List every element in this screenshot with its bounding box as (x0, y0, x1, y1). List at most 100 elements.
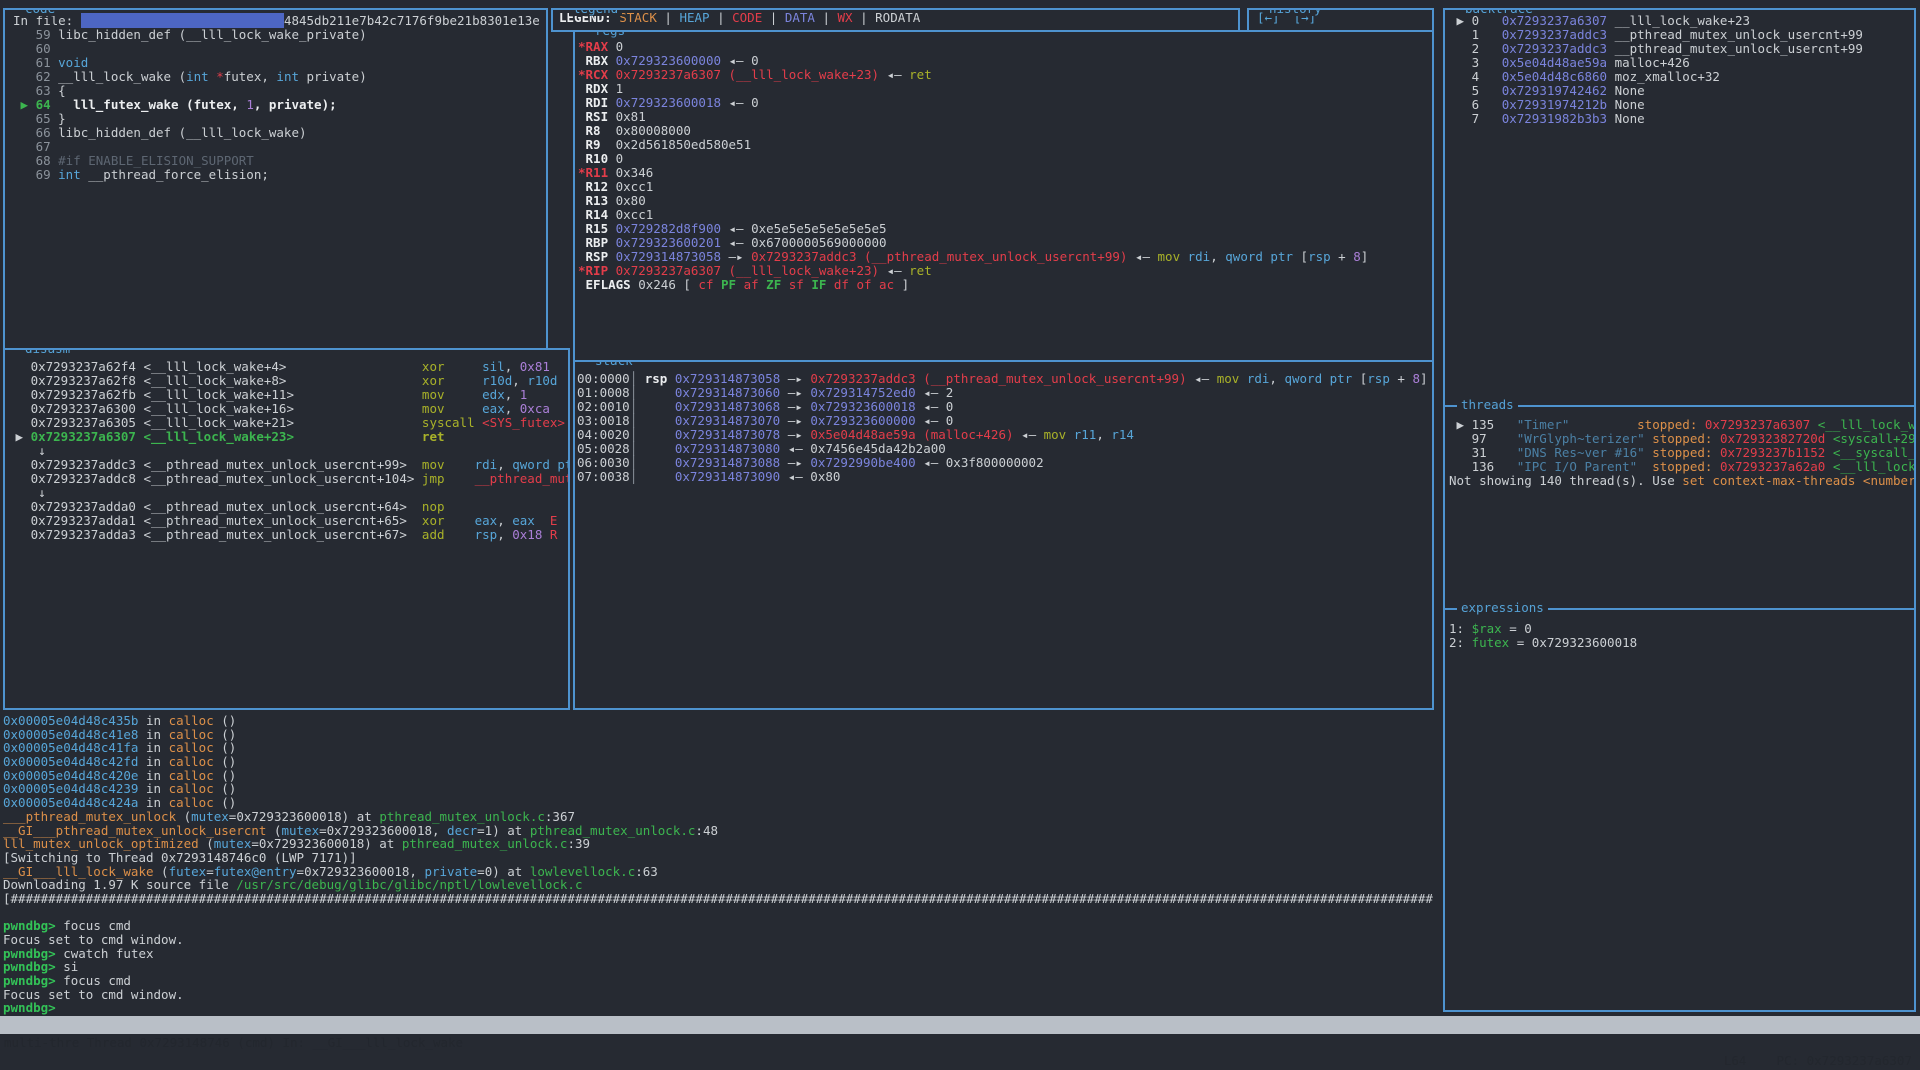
text-segment: __pthread_mutex_unlock_usercnt+99 (1607, 27, 1863, 42)
text-segment: 0 (608, 39, 623, 54)
text-segment (608, 95, 616, 110)
text-segment: 0x7293237adda1 <__pthread_mutex_unlock_u… (8, 513, 422, 528)
terminal-line: 62 __lll_lock_wake (int *futex, int priv… (13, 70, 546, 84)
status-bar-pc-info: L64 PC: 0x7293237a6307 (1724, 1052, 1912, 1070)
text-segment: 8 (1412, 371, 1420, 386)
text-segment: + (1331, 249, 1354, 264)
text-segment: , (1096, 427, 1111, 442)
text-segment: ↓ (8, 485, 46, 500)
terminal-line: EFLAGS 0x246 [ cf PF af ZF sf IF df of a… (578, 278, 1432, 292)
text-segment: private) (299, 69, 367, 84)
text-segment: libc_hidden_def (__lll_lock_wake_private… (58, 27, 367, 42)
terminal-line: 68 #if ENABLE_ELISION_SUPPORT (13, 154, 546, 168)
text-segment: xor (422, 513, 445, 528)
terminal-line: 01:0008│ 0x729314873060 —▸ 0x729314752ed… (577, 386, 1432, 400)
terminal-line: 0x00005e04d48c435b in calloc () (3, 714, 1440, 728)
text-segment: 0x7293237a6307 (1705, 417, 1810, 432)
text-segment: RBX (578, 53, 608, 68)
text-segment: RDI (578, 95, 608, 110)
text-segment: <__syscall_cance (1833, 445, 1916, 460)
terminal-line: LEGEND: STACK | HEAP | CODE | DATA | WX … (559, 11, 1238, 25)
disassembly-panel-title: disasm (21, 348, 74, 356)
text-segment (667, 371, 675, 386)
text-segment: __lll_lock_wake+23 (1607, 13, 1750, 28)
text-segment: *RCX (578, 67, 608, 82)
text-segment: 0x7293237a6307 (__lll_lock_wake+23) (616, 67, 879, 82)
text-segment: 5 (1449, 83, 1502, 98)
text-segment (1239, 371, 1247, 386)
terminal-line: R9 0x2d561850ed580e51 (578, 138, 1432, 152)
history-panel-title: history (1265, 8, 1326, 16)
text-segment: :63 (635, 864, 658, 879)
terminal-line: 0x7293237addc8 <__pthread_mutex_unlock_u… (8, 472, 568, 486)
terminal-line: 65 } (13, 112, 546, 126)
text-segment: "WrGlyph~terizer" (1517, 431, 1645, 446)
text-segment: r14 (1111, 427, 1134, 442)
text-segment: │ (630, 427, 675, 442)
text-segment: R12 (578, 179, 608, 194)
text-segment (1810, 417, 1818, 432)
terminal-line: 60 (13, 42, 546, 56)
terminal-line: 07:0038│ 0x729314873090 ◂— 0x80 (577, 470, 1432, 484)
terminal-line: 04:0020│ 0x729314873078 —▸ 0x5e04d48ae59… (577, 428, 1432, 442)
text-segment: __pthread_mutex (475, 471, 570, 486)
text-segment: ] (1361, 249, 1369, 264)
text-segment: 0x729314873078 (675, 427, 780, 442)
text-segment: 0x7293237a6305 <__lll_lock_wake+21> (8, 415, 422, 430)
text-segment: 0x7293237addc3 (__pthread_mutex_unlock_u… (751, 249, 1127, 264)
text-segment: | (762, 10, 785, 25)
text-segment: ret (909, 67, 932, 82)
terminal-line: pwndbg> (3, 1001, 1440, 1015)
text-segment: 04:0020 (577, 427, 630, 442)
terminal-line: 0x00005e04d48c41e8 in calloc () (3, 728, 1440, 742)
text-segment: 8 (1353, 249, 1361, 264)
text-segment: cf (691, 277, 714, 292)
text-segment: 0x81 (520, 359, 550, 374)
text-segment: 4845db211e7b42c7176f9be21b8301e13e (284, 13, 540, 28)
text-segment: 0x7293237a6300 <__lll_lock_wake+16> (8, 401, 422, 416)
terminal-line: 0x7293237a62f4 <__lll_lock_wake+4> xor s… (8, 360, 568, 374)
terminal-line: 03:0018│ 0x729314873070 —▸ 0x72932360000… (577, 414, 1432, 428)
text-segment: __pthread_mutex_unlock_usercnt+99 (1607, 41, 1863, 56)
terminal-line: 0x00005e04d48c41fa in calloc () (3, 741, 1440, 755)
text-segment: futex, (224, 69, 277, 84)
text-segment: *R11 (578, 165, 608, 180)
terminal-line: 00:0000│ rsp 0x729314873058 —▸ 0x7293237… (577, 372, 1432, 386)
terminal-line: [#######################################… (3, 892, 1440, 906)
text-segment: <__lll_lock_wai (1833, 459, 1916, 474)
text-segment: 0x2d561850ed580e51 (601, 137, 752, 152)
text-segment: 0x729314873060 (675, 385, 780, 400)
text-segment: xor (422, 359, 445, 374)
text-segment: 00:0000 (577, 371, 630, 386)
text-segment: ret (422, 429, 445, 444)
text-segment: RSP (578, 249, 608, 264)
text-segment: eax (512, 513, 535, 528)
terminal-line: 3 0x5e04d48ae59a malloc+426 (1449, 56, 1914, 70)
text-segment: │ (630, 399, 675, 414)
terminal-line: 0x7293237addc3 <__pthread_mutex_unlock_u… (8, 458, 568, 472)
text-segment: DATA (785, 10, 815, 25)
text-segment (1637, 459, 1652, 474)
text-segment: CODE (732, 10, 762, 25)
text-segment (1825, 431, 1833, 446)
terminal-line: 1 0x7293237addc3 __pthread_mutex_unlock_… (1449, 28, 1914, 42)
terminal-line: 2 0x7293237addc3 __pthread_mutex_unlock_… (1449, 42, 1914, 56)
text-segment: 0x729319742462 (1502, 83, 1607, 98)
text-segment: 02:0010 (577, 399, 630, 414)
text-segment: 0x729323600000 (616, 53, 721, 68)
text-segment: $rax (1472, 621, 1502, 636)
text-segment: , (497, 527, 512, 542)
terminal-line: ↓ (8, 486, 568, 500)
terminal-line: R15 0x729282d8f900 ◂— 0xe5e5e5e5e5e5e5e5 (578, 222, 1432, 236)
text-segment: ↓ (8, 443, 46, 458)
text-segment: │ (630, 469, 675, 484)
terminal-line: 0x00005e04d48c420e in calloc () (3, 769, 1440, 783)
text-segment: + (1390, 371, 1413, 386)
text-segment: eax (482, 401, 505, 416)
text-segment: 0x729323600018 (810, 399, 915, 414)
text-segment (445, 471, 475, 486)
text-segment: :48 (695, 823, 718, 838)
text-segment: 65 (13, 111, 58, 126)
text-segment (1825, 459, 1833, 474)
text-segment: 62 (13, 69, 58, 84)
